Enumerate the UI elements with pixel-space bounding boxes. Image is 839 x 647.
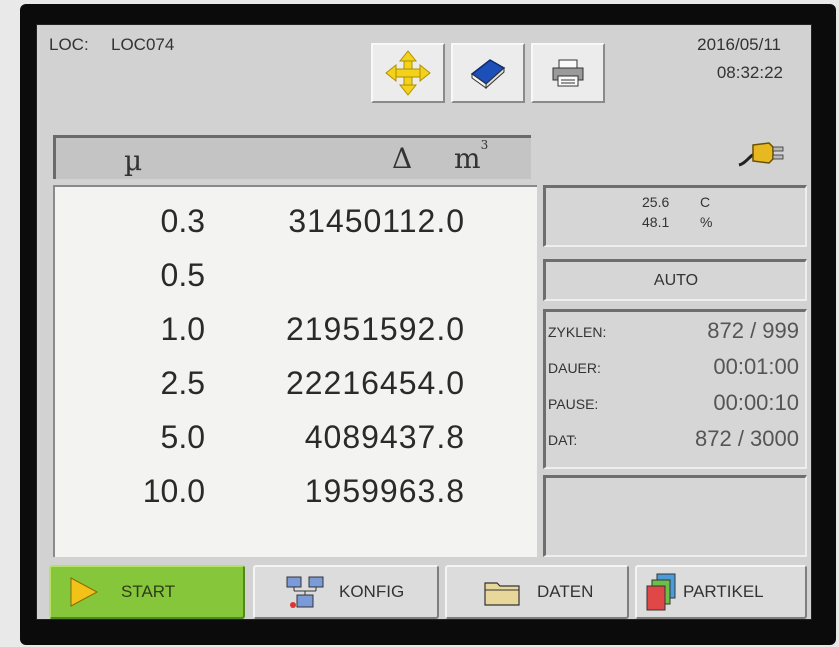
particle-counts-panel: 0.3 31450112.0 0.5 1.0 21951592.0 2.5 22… [53,185,537,557]
particle-size: 0.5 [160,257,205,293]
data-row: 1.0 21951592.0 [55,305,535,357]
unit-exponent: 3 [480,138,489,152]
data-row: 10.0 1959963.8 [55,467,535,519]
unit-column-header: m3 [454,138,488,175]
unit-text: m [454,142,481,175]
duration-value: 00:01:00 [713,354,799,379]
temperature-value: 25.6 [642,194,670,210]
size-column-header: µ [124,144,143,177]
start-button[interactable]: START [49,565,245,619]
device-screen: LOC: LOC074 2016/05/11 08:32:22 µ Δ m3 0… [36,24,812,620]
date-display: 2016/05/11 [697,35,781,54]
move-button[interactable] [371,43,445,103]
mode-panel[interactable]: AUTO [543,259,807,301]
temperature-unit: C [700,194,711,210]
particle-count: 31450112.0 [288,203,465,239]
mode-status: AUTO [653,272,699,289]
konfig-button[interactable]: KONFIG [253,565,439,619]
documents-icon [646,573,676,611]
data-row: 2.5 22216454.0 [55,359,535,411]
particle-size: 0.3 [160,203,205,239]
printer-icon [552,59,584,87]
location-label: LOC: [49,35,89,54]
column-header-bar: µ Δ m3 [53,135,531,179]
humidity-unit: % [700,214,713,230]
particle-size: 2.5 [160,365,205,401]
particle-count: 1959963.8 [304,473,465,509]
partikel-label: PARTIKEL [683,582,764,601]
move-arrows-icon [385,50,431,96]
particle-count: 22216454.0 [285,365,465,401]
sampling-stats-panel: ZYKLEN: 872 / 999 DAUER: 00:01:00 PAUSE:… [543,309,807,469]
book-icon [470,59,506,90]
particle-count: 4089437.8 [304,419,465,455]
print-button[interactable] [531,43,605,103]
daten-label: DATEN [537,582,594,601]
pause-value: 00:00:10 [713,390,799,415]
data-count-value: 872 / 3000 [695,426,799,451]
daten-button[interactable]: DATEN [445,565,629,619]
start-label: START [121,582,176,601]
book-button[interactable] [451,43,525,103]
particle-size: 5.0 [160,419,205,455]
particle-size: 1.0 [160,311,205,347]
humidity-value: 48.1 [642,214,670,230]
konfig-label: KONFIG [339,582,405,601]
data-row: 0.5 [55,251,535,303]
network-config-icon [286,576,324,608]
data-row: 5.0 4089437.8 [55,413,535,465]
time-display: 08:32:22 [716,63,783,82]
data-count-label: DAT: [548,432,578,448]
duration-label: DAUER: [548,360,601,376]
particle-count: 21951592.0 [285,311,465,347]
pause-label: PAUSE: [548,396,599,412]
count-column-header: Δ [392,142,413,175]
cycles-value: 872 / 999 [707,318,799,343]
environment-panel: 25.6 C 48.1 % [543,185,807,247]
data-row: 0.3 31450112.0 [55,197,535,249]
location-value: LOC074 [111,35,175,54]
folder-icon [484,582,520,606]
play-icon [70,577,99,607]
partikel-button[interactable]: PARTIKEL [635,565,807,619]
cycles-label: ZYKLEN: [548,324,607,340]
particle-size: 10.0 [142,473,205,509]
power-plug-icon [737,135,787,174]
message-panel [543,475,807,557]
